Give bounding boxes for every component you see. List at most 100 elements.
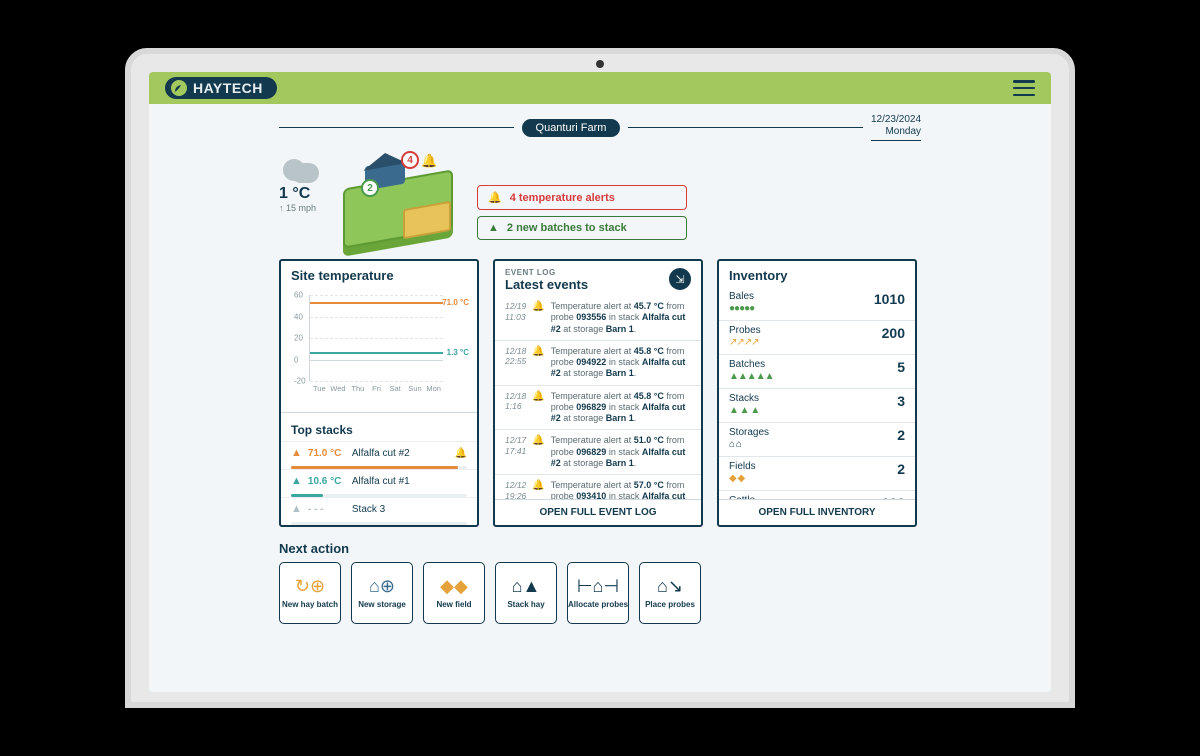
x-tick: Fri [372, 384, 381, 393]
x-tick: Mon [426, 384, 441, 393]
inventory-value: 1010 [874, 291, 905, 307]
top-stack-row[interactable]: ▲71.0 °CAlfalfa cut #2🔔 [281, 441, 477, 464]
action-label: New hay batch [282, 601, 338, 610]
action-icon: ⌂↘ [657, 576, 683, 597]
alert-count-badge[interactable]: 4 [401, 151, 419, 169]
bell-icon: 🔔 [532, 391, 544, 425]
bell-icon: 🔔 [532, 346, 544, 380]
stack-temp: - - - [308, 504, 346, 515]
weather-widget: 1 °C ↑ 15 mph [279, 149, 319, 213]
export-icon[interactable]: ⇲ [669, 268, 691, 290]
event-datetime: 12/1911:03 [505, 301, 526, 335]
y-tick: 40 [294, 312, 303, 321]
stack-name: Stack 3 [352, 504, 467, 515]
next-action-title: Next action [279, 541, 921, 556]
bell-icon: 🔔 [488, 191, 502, 204]
cloud-icon [279, 155, 319, 181]
bell-icon: 🔔 [455, 448, 467, 459]
batches-to-stack-banner[interactable]: ▲ 2 new batches to stack [477, 216, 687, 240]
action-allocate-probes[interactable]: ⊢⌂⊣ Allocate probes [567, 562, 629, 624]
inventory-list: Bales●●●●●1010Probes↗↗↗↗200 Batches▲▲▲▲▲ 5… [719, 287, 915, 499]
inventory-icons: ⌂ ⌂ [729, 439, 769, 450]
open-inventory-button[interactable]: OPEN FULL INVENTORY [719, 499, 915, 525]
stack-temp: 10.6 °C [308, 476, 346, 487]
event-text: Temperature alert at 57.0 °C from probe … [551, 480, 691, 499]
inventory-row[interactable]: Cattle🐄🐄100 [719, 490, 915, 499]
card-title: Site temperature [281, 261, 477, 287]
y-tick: -20 [294, 377, 306, 386]
event-text: Temperature alert at 45.8 °C from probe … [551, 391, 691, 425]
event-row[interactable]: 12/1219:26🔔Temperature alert at 57.0 °C … [495, 474, 701, 499]
inventory-icons: ▲▲▲▲▲ [729, 371, 774, 382]
date-block: 12/23/2024 Monday [871, 114, 921, 141]
weekday-value: Monday [871, 126, 921, 138]
action-stack-hay[interactable]: ⌂▲Stack hay [495, 562, 557, 624]
inventory-row[interactable]: Stacks▲ ▲ ▲3 [719, 388, 915, 422]
x-tick: Thu [351, 384, 364, 393]
inventory-label: Probes [729, 325, 761, 336]
temperature-alerts-banner[interactable]: 🔔 4 temperature alerts [477, 185, 687, 210]
brand-name: HAYTECH [193, 80, 263, 96]
stack-icon: ▲ [291, 503, 302, 515]
event-datetime: 12/1717:41 [505, 435, 526, 469]
action-icon: ↻⊕ [295, 576, 325, 597]
x-tick: Sun [408, 384, 421, 393]
inventory-row[interactable]: Batches▲▲▲▲▲ 5 [719, 354, 915, 388]
action-label: New field [436, 601, 471, 610]
inventory-value: 2 [897, 461, 905, 477]
event-row[interactable]: 12/1822:55🔔Temperature alert at 45.8 °C … [495, 340, 701, 385]
menu-icon[interactable] [1013, 80, 1035, 96]
inventory-label: Bales [729, 291, 754, 302]
event-text: Temperature alert at 45.8 °C from probe … [551, 346, 691, 380]
bell-icon: 🔔 [532, 435, 544, 469]
bell-icon: 🔔 [421, 153, 437, 169]
action-new-field[interactable]: ◆◆ New field [423, 562, 485, 624]
event-text: Temperature alert at 51.0 °C from probe … [551, 435, 691, 469]
inventory-icons: ↗↗↗↗ [729, 337, 761, 348]
item-count-badge[interactable]: 2 [361, 179, 379, 197]
stack-name: Alfalfa cut #1 [352, 476, 467, 487]
farm-illustration[interactable]: 4 🔔 2 [333, 149, 463, 249]
bell-icon: 🔔 [532, 301, 544, 335]
action-place-probes[interactable]: ⌂↘ Place probes [639, 562, 701, 624]
action-new-hay-batch[interactable]: ↻⊕ New hay batch [279, 562, 341, 624]
topbar: HAYTECH [149, 72, 1051, 104]
top-stack-row[interactable]: ▲ - - - Stack 3 [281, 497, 477, 520]
top-stacks-list: ▲71.0 °CAlfalfa cut #2🔔▲10.6 °CAlfalfa c… [281, 441, 477, 525]
farm-name-pill[interactable]: Quanturi Farm [522, 119, 621, 137]
event-row[interactable]: 12/181:16🔔Temperature alert at 45.8 °C f… [495, 385, 701, 430]
temperature-chart[interactable]: 60 40 20 0 -20 Tue Wed Thu Fri Sat Sun M… [309, 295, 443, 381]
site-temperature-card: Site temperature 60 40 20 0 [279, 259, 479, 527]
action-icon: ⌂⊕ [369, 576, 395, 597]
action-icon: ⊢⌂⊣ [577, 576, 619, 597]
inventory-label: Storages [729, 427, 769, 438]
webcam-dot [596, 60, 604, 68]
series-label-hot: 71.0 °C [442, 298, 469, 307]
inventory-value: 2 [897, 427, 905, 443]
event-row[interactable]: 12/1911:03 🔔Temperature alert at 45.7 °C … [495, 296, 701, 340]
inventory-row[interactable]: Fields◆ ◆2 [719, 456, 915, 490]
brand-logo[interactable]: HAYTECH [165, 77, 277, 99]
inventory-card: Inventory Bales●●●●●1010Probes↗↗↗↗200Bat… [717, 259, 917, 527]
inventory-title: Inventory [719, 261, 915, 287]
action-new-storage[interactable]: ⌂⊕New storage [351, 562, 413, 624]
event-text: Temperature alert at 45.7 °C from probe … [551, 301, 691, 335]
inventory-value: 5 [897, 359, 905, 375]
inventory-label: Fields [729, 461, 756, 472]
inventory-row[interactable]: Bales●●●●●1010 [719, 287, 915, 320]
x-tick: Wed [330, 384, 345, 393]
action-label: Allocate probes [568, 601, 628, 610]
open-event-log-button[interactable]: OPEN FULL EVENT LOG [495, 499, 701, 525]
actions-row: ↻⊕ New hay batch ⌂⊕New storage ◆◆ New field ⌂… [279, 562, 921, 624]
action-label: Stack hay [507, 601, 544, 610]
event-row[interactable]: 12/1717:41 🔔Temperature alert at 51.0 °C … [495, 429, 701, 474]
stack-name: Alfalfa cut #2 [352, 448, 449, 459]
top-stack-row[interactable]: ▲10.6 °CAlfalfa cut #1 [281, 469, 477, 492]
inventory-label: Batches [729, 359, 774, 370]
series-hot [310, 302, 443, 304]
inventory-row[interactable]: Probes↗↗↗↗200 [719, 320, 915, 354]
action-icon: ◆◆ [440, 576, 468, 597]
action-label: Place probes [645, 601, 695, 610]
y-tick: 0 [294, 355, 298, 364]
inventory-row[interactable]: Storages⌂ ⌂ 2 [719, 422, 915, 456]
